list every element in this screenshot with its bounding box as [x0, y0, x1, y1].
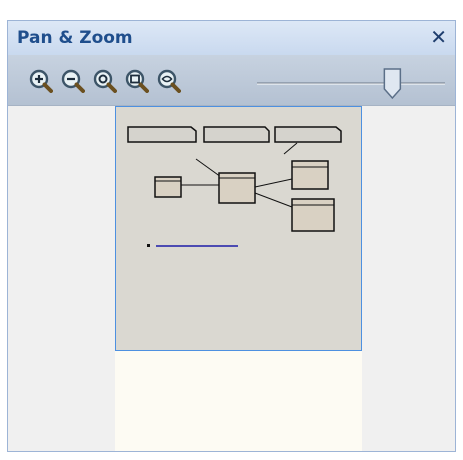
diagram-thumbnail: [127, 126, 342, 247]
slider-thumb[interactable]: [383, 68, 402, 100]
diagram-box: [154, 176, 182, 198]
connector-line: [283, 142, 298, 155]
zoom-fit-icon[interactable]: [125, 69, 149, 93]
diagram-box: [291, 160, 329, 190]
diagram-box: [291, 198, 335, 232]
panel-title: Pan & Zoom: [17, 28, 133, 48]
diagram-shape: [203, 126, 270, 143]
zoom-toolbar: [8, 55, 455, 106]
diagram-shape: [274, 126, 342, 143]
connector-line: [254, 192, 293, 208]
diagram-shape: [127, 126, 197, 143]
viewport-rectangle[interactable]: [115, 106, 362, 351]
zoom-custom-icon[interactable]: [157, 69, 181, 93]
close-icon[interactable]: ✕: [430, 25, 447, 49]
panel-titlebar: Pan & Zoom ✕: [8, 21, 455, 55]
zoom-slider[interactable]: [253, 63, 449, 103]
connector-line: [195, 158, 222, 178]
zoom-out-icon[interactable]: [61, 69, 85, 93]
pan-zoom-panel: Pan & Zoom ✕: [7, 20, 456, 452]
zoom-in-icon[interactable]: [29, 69, 53, 93]
zoom-actual-icon[interactable]: [93, 69, 117, 93]
overview-area: [8, 106, 455, 451]
connector-line: [254, 178, 293, 188]
diagram-marker: [147, 244, 150, 247]
